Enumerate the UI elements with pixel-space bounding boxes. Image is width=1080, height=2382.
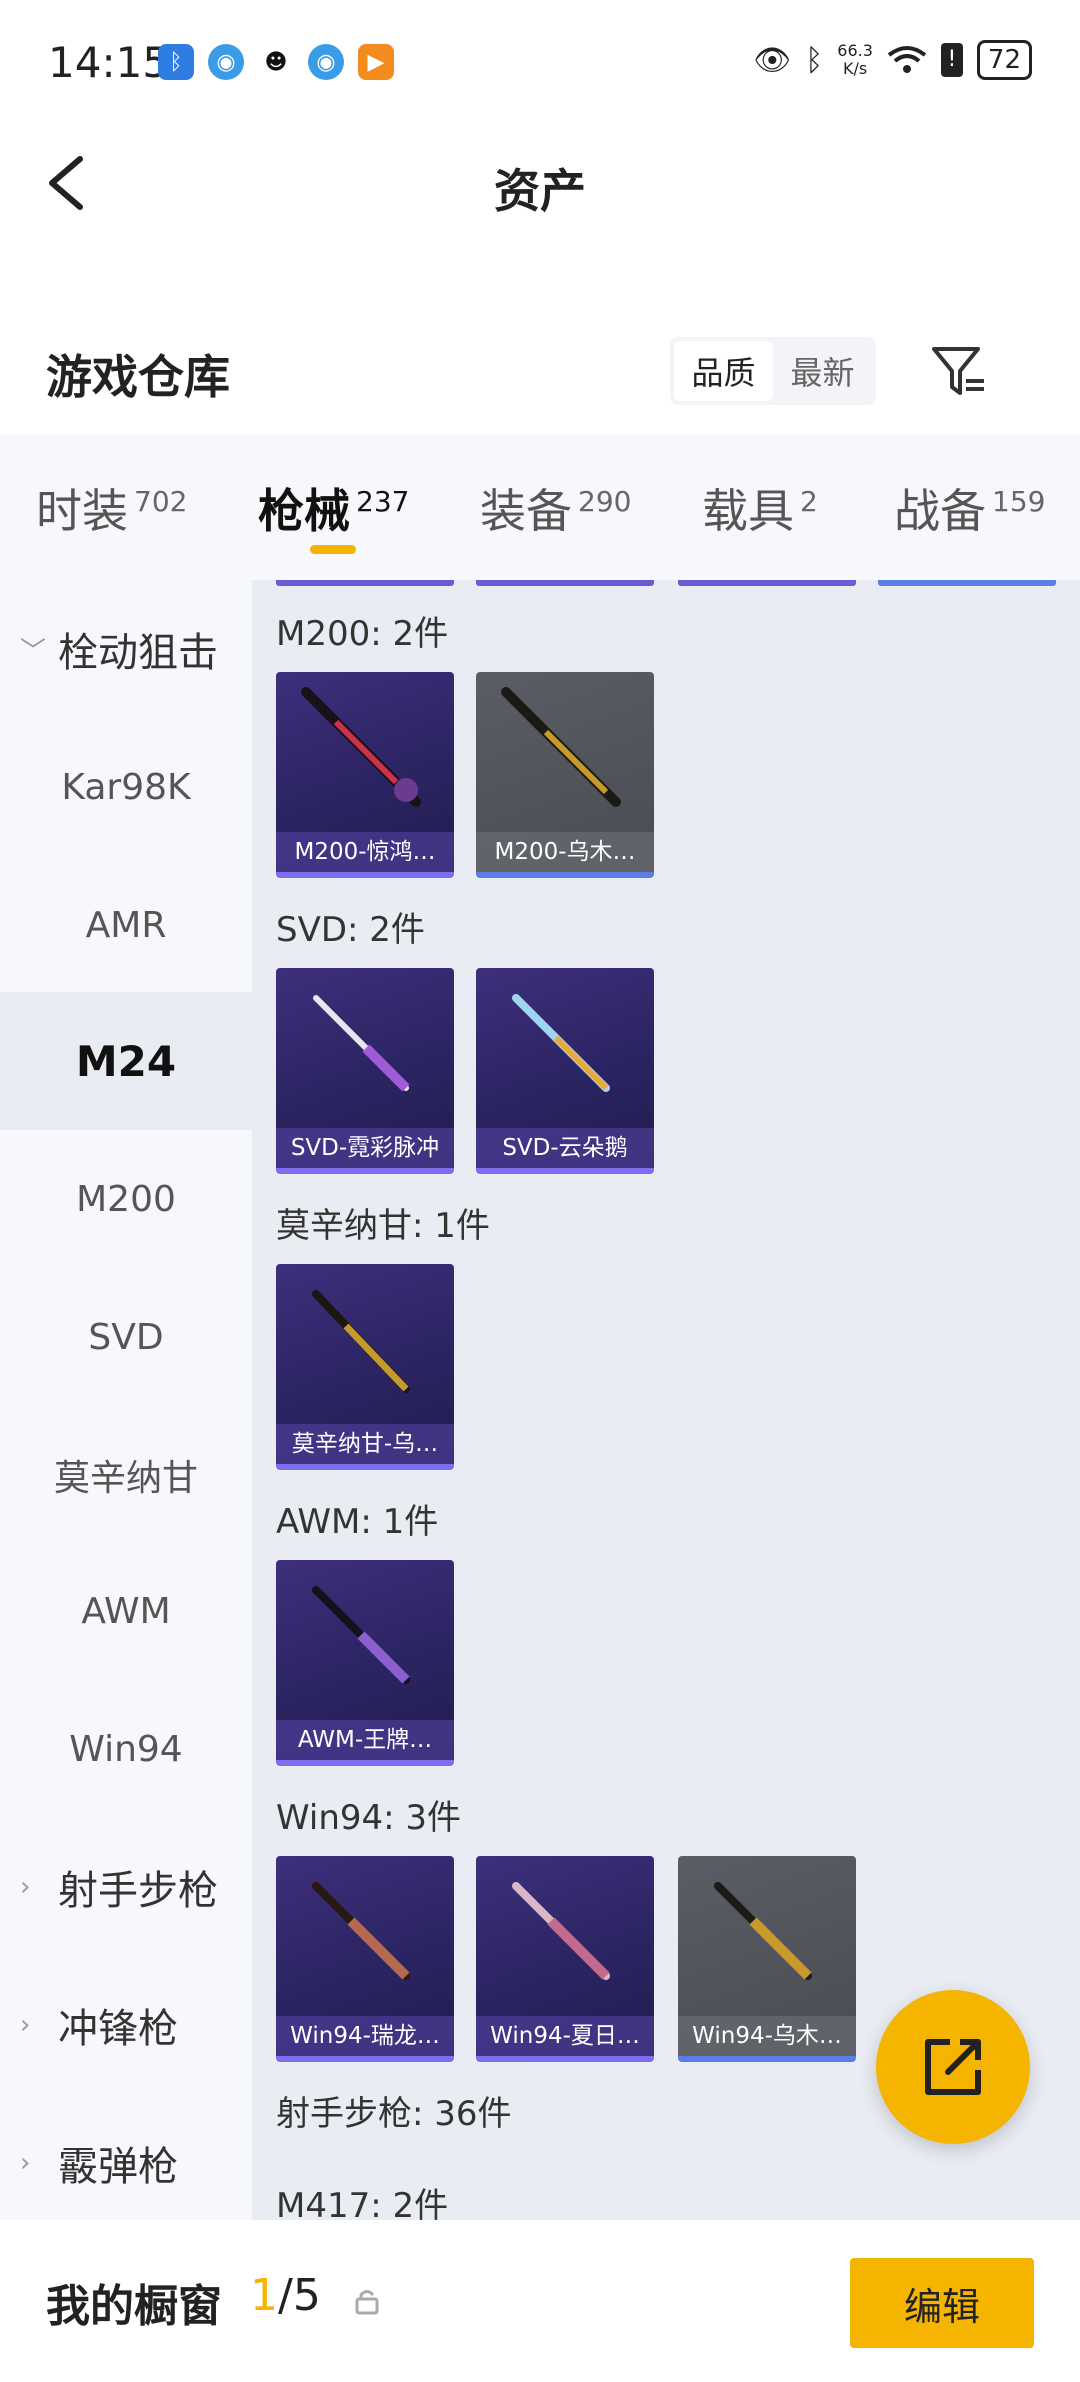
nav-item-awm[interactable]: AWM	[0, 1542, 252, 1680]
item-card[interactable]: M200-乌木…	[476, 672, 654, 878]
nav-group-shotgun[interactable]: › 霰弹枪	[0, 2094, 252, 2220]
rifle-icon	[512, 994, 610, 1092]
weapon-type-nav: ﹀ 栓动狙击 Kar98K AMR M24 M200 SVD 莫辛纳甘 AWM W…	[0, 580, 252, 2220]
net-speed: 66.3 K/s	[837, 41, 873, 78]
chevron-right-icon: ›	[20, 2148, 31, 2178]
share-fab[interactable]	[876, 1990, 1030, 2144]
rifle-icon	[312, 1290, 410, 1393]
status-app-icons: ᛒ ◉ ☻ ◉ ▶	[158, 44, 394, 80]
eye-icon: 👁	[753, 42, 792, 78]
active-tab-indicator	[310, 545, 356, 554]
nav-item-win94[interactable]: Win94	[0, 1680, 252, 1818]
category-tabs: 时装 702 枪械 237 装备 290 载具 2 战备 159	[0, 435, 1080, 580]
tab-equipment[interactable]: 装备 290	[480, 475, 631, 541]
tab-vehicles[interactable]: 载具 2	[702, 475, 818, 541]
item-card[interactable]: Win94-夏日…	[476, 1856, 654, 2062]
card-edge	[678, 580, 856, 586]
card-edge	[878, 580, 1056, 586]
wifi-icon	[887, 46, 927, 73]
warehouse-title: 游戏仓库	[46, 350, 230, 404]
item-card[interactable]: AWM-王牌…	[276, 1560, 454, 1766]
nav-item-amr[interactable]: AMR	[0, 856, 252, 994]
item-card[interactable]: 莫辛纳甘-乌…	[276, 1264, 454, 1470]
qq-app-icon: ☻	[258, 44, 294, 80]
section-title-mosin: 莫辛纳甘: 1件	[276, 1206, 490, 1246]
tab-supplies[interactable]: 战备 159	[894, 475, 1045, 541]
section-title-awm: AWM: 1件	[276, 1502, 439, 1542]
status-right-icons: 👁 ᛒ 66.3 K/s ! 72	[753, 40, 1032, 80]
chevron-right-icon: ›	[20, 1872, 31, 1902]
card-edge	[276, 580, 454, 586]
section-title-m417: M417: 2件	[276, 2186, 449, 2220]
chevron-down-icon: ﹀	[20, 636, 47, 667]
nav-item-m200[interactable]: M200	[0, 1130, 252, 1268]
tab-guns[interactable]: 枪械 237	[258, 475, 409, 541]
rifle-icon	[512, 1882, 610, 1980]
showcase-count: 1/5	[250, 2270, 321, 2321]
rifle-icon	[301, 687, 421, 807]
nav-item-kar98k[interactable]: Kar98K	[0, 718, 252, 856]
app-header: 资产	[0, 125, 1080, 245]
rifle-icon	[313, 995, 410, 1092]
alert-icon: !	[940, 43, 963, 77]
item-card[interactable]: SVD-霓彩脉冲	[276, 968, 454, 1174]
item-card[interactable]: Win94-乌木…	[678, 1856, 856, 2062]
sort-quality-button[interactable]: 品质	[674, 341, 773, 401]
external-link-icon	[925, 2039, 981, 2095]
filter-icon[interactable]	[928, 341, 988, 401]
item-card[interactable]: Win94-瑞龙…	[276, 1856, 454, 2062]
nav-group-bolt-sniper[interactable]: ﹀ 栓动狙击	[0, 580, 252, 718]
nav-item-svd[interactable]: SVD	[0, 1268, 252, 1406]
bluetooth-icon: ᛒ	[805, 42, 824, 78]
sort-newest-button[interactable]: 最新	[773, 341, 872, 401]
video-app-icon: ▶	[358, 44, 394, 80]
rifle-icon	[714, 1882, 812, 1980]
warehouse-bar: 游戏仓库 品质 最新	[0, 305, 1080, 435]
item-card[interactable]: SVD-云朵鹅	[476, 968, 654, 1174]
nav-group-dmr[interactable]: › 射手步枪	[0, 1818, 252, 1956]
bluetooth-app-icon: ᛒ	[158, 44, 194, 80]
rifle-icon	[312, 1586, 410, 1684]
nav-item-mosin[interactable]: 莫辛纳甘	[0, 1406, 252, 1544]
nav-item-m24[interactable]: M24	[0, 992, 252, 1130]
status-time: 14:15	[48, 38, 170, 87]
sort-toggle: 品质 最新	[670, 337, 876, 405]
section-title-svd: SVD: 2件	[276, 910, 425, 950]
browser-app-icon-2: ◉	[308, 44, 344, 80]
card-edge	[476, 580, 654, 586]
item-grid: M200: 2件 M200-惊鸿… M200-乌木… SVD: 2件 SVD-霓…	[252, 580, 1080, 2220]
section-title-win94: Win94: 3件	[276, 1798, 462, 1838]
showcase-label: 我的橱窗	[46, 2281, 222, 2332]
edit-button[interactable]: 编辑	[850, 2258, 1034, 2348]
nav-group-smg[interactable]: › 冲锋枪	[0, 1956, 252, 2094]
section-title-m200: M200: 2件	[276, 614, 449, 654]
battery-indicator: 72	[976, 40, 1032, 80]
status-bar: 14:15 ᛒ ◉ ☻ ◉ ▶ 👁 ᛒ 66.3 K/s ! 72	[0, 0, 1080, 125]
chevron-right-icon: ›	[20, 2010, 31, 2040]
item-card[interactable]: M200-惊鸿…	[276, 672, 454, 878]
showcase-bar: 我的橱窗 1/5 编辑	[0, 2220, 1080, 2382]
page-title: 资产	[494, 164, 586, 218]
rifle-icon	[501, 687, 621, 807]
tab-fashion[interactable]: 时装 702	[36, 475, 187, 541]
rifle-icon	[312, 1882, 410, 1980]
section-title-dmr: 射手步枪: 36件	[276, 2094, 512, 2134]
browser-app-icon: ◉	[208, 44, 244, 80]
lock-icon	[355, 2290, 379, 2315]
